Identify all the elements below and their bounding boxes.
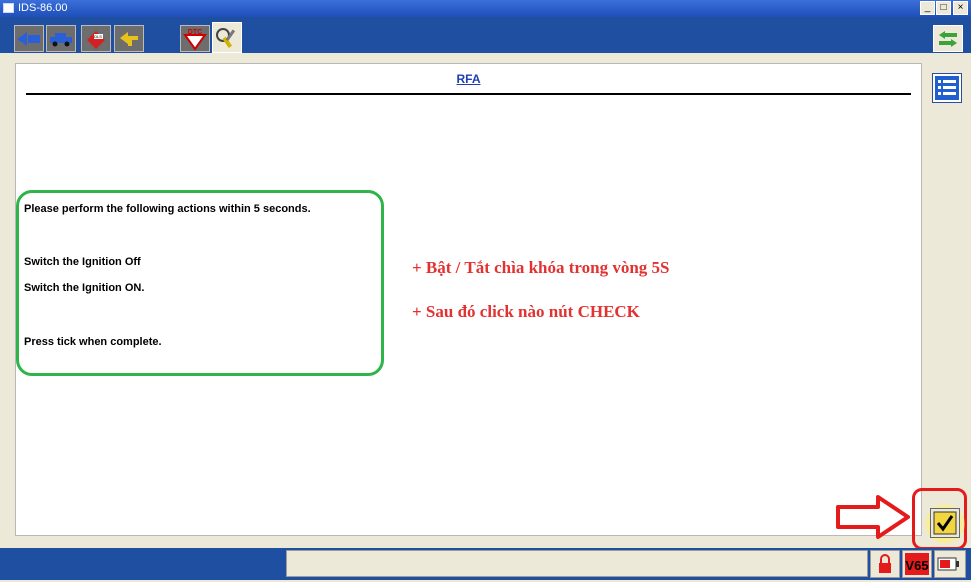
- vehicle-badge-text: V65: [905, 558, 928, 573]
- content-pane: RFA Please perform the following actions…: [15, 63, 922, 536]
- back-arrow-icon: [120, 31, 138, 46]
- annotation-note-2: + Sau đó click nào nút CHECK: [412, 302, 640, 321]
- vehicle-icon: [50, 32, 72, 46]
- vehicle-button[interactable]: [46, 25, 76, 52]
- connect-button[interactable]: [14, 25, 44, 52]
- check-tick-icon: [933, 511, 957, 535]
- toolbox-button[interactable]: DLS: [81, 25, 111, 52]
- minimize-button[interactable]: _: [920, 1, 935, 15]
- vehicle-version-status[interactable]: V65: [902, 550, 932, 578]
- page-title[interactable]: RFA: [16, 72, 921, 86]
- battery-icon: [937, 557, 959, 571]
- pmi-tools-icon: [216, 27, 236, 48]
- instruction-line-4: Press tick when complete.: [24, 336, 162, 348]
- vehicle-badge-icon: V65: [905, 553, 929, 575]
- maximize-button[interactable]: □: [936, 1, 951, 15]
- pointer-arrow-icon: [836, 495, 910, 539]
- title-divider: [26, 93, 911, 95]
- svg-text:DTC: DTC: [188, 29, 202, 36]
- toolbox-icon: DLS: [87, 30, 105, 49]
- list-icon: [935, 76, 959, 100]
- instruction-line-3: Switch the Ignition ON.: [24, 282, 145, 294]
- back-button[interactable]: [114, 25, 144, 52]
- svg-text:DLS: DLS: [94, 34, 102, 39]
- check-tick-button[interactable]: [930, 508, 960, 538]
- close-button[interactable]: ×: [953, 1, 968, 15]
- lock-icon: [879, 554, 891, 573]
- pmi-tools-tab[interactable]: [212, 22, 242, 53]
- swap-view-button[interactable]: [933, 25, 963, 52]
- battery-status[interactable]: [934, 550, 966, 578]
- app-icon: [3, 3, 14, 13]
- dtc-button[interactable]: DTC: [180, 25, 210, 52]
- list-view-button[interactable]: [932, 73, 962, 103]
- lock-status[interactable]: [870, 550, 900, 578]
- swap-arrows-icon: [939, 30, 957, 47]
- main-toolbar: DLS DTC: [0, 17, 971, 53]
- connect-icon: [17, 31, 40, 46]
- window-titlebar: IDS-86.00 _ □ ×: [0, 0, 971, 17]
- instruction-line-1: Please perform the following actions wit…: [24, 203, 311, 215]
- annotation-note-1: + Bật / Tắt chìa khóa trong vòng 5S: [412, 258, 670, 277]
- status-message-field: [286, 550, 868, 577]
- window-title: IDS-86.00: [18, 2, 68, 14]
- instruction-line-2: Switch the Ignition Off: [24, 256, 141, 268]
- dtc-icon: DTC: [183, 29, 207, 51]
